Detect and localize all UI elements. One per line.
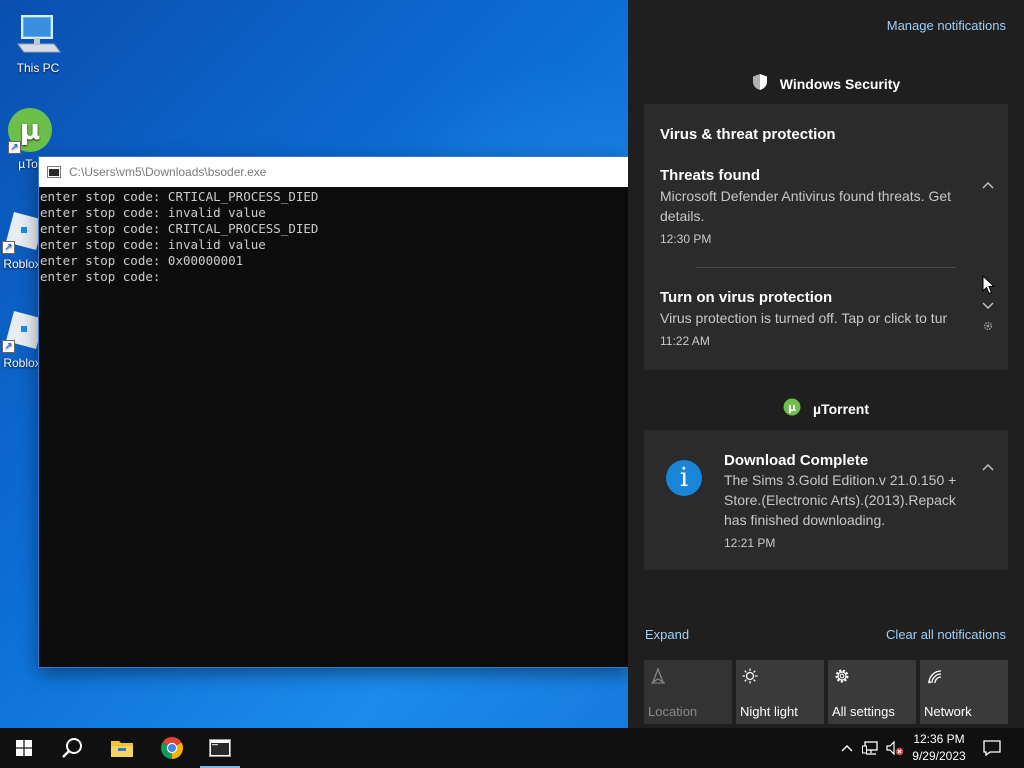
desktop-icon-roblox[interactable]: ↗ Roblox bbox=[0, 206, 44, 271]
quick-action-label: Night light bbox=[740, 704, 798, 719]
search-button[interactable] bbox=[48, 728, 96, 768]
notification-time: 12:21 PM bbox=[724, 536, 776, 550]
search-icon bbox=[62, 738, 82, 758]
notification-body: The Sims 3.Gold Edition.v 21.0.150 + Sto… bbox=[724, 472, 957, 528]
file-explorer-button[interactable] bbox=[98, 728, 146, 768]
start-button[interactable] bbox=[0, 728, 48, 768]
info-icon: i bbox=[666, 460, 702, 496]
night-light-icon bbox=[742, 668, 758, 684]
console-line: enter stop code: CRTICAL_PROCESS_DIED bbox=[40, 189, 319, 204]
group-app-name: Windows Security bbox=[779, 75, 901, 92]
network-tray-button[interactable] bbox=[860, 728, 882, 768]
notification-time: 12:30 PM bbox=[660, 232, 712, 246]
clear-all-notifications-link[interactable]: Clear all notifications bbox=[886, 627, 1006, 642]
utorrent-icon: µ ↗ bbox=[6, 106, 54, 154]
console-line: enter stop code: bbox=[40, 269, 161, 284]
chevron-up-icon bbox=[841, 745, 853, 752]
show-hidden-icons-button[interactable] bbox=[838, 728, 856, 768]
quick-action-all-settings[interactable]: All settings bbox=[828, 660, 916, 724]
notification-title: Threats found bbox=[660, 167, 760, 184]
console-line: enter stop code: CRITCAL_PROCESS_DIED bbox=[40, 221, 319, 236]
console-taskbar-button[interactable] bbox=[196, 728, 244, 768]
chevron-up-icon[interactable] bbox=[982, 180, 994, 192]
gear-icon[interactable] bbox=[982, 320, 994, 332]
quick-action-label: Location bbox=[648, 704, 698, 719]
quick-action-label: All settings bbox=[832, 704, 895, 719]
group-app-name: µTorrent bbox=[812, 400, 870, 417]
start-icon bbox=[16, 740, 32, 756]
notification-card[interactable]: i Download Complete The Sims 3.Gold Edit… bbox=[644, 430, 1008, 570]
console-window[interactable]: C:\Users\vm5\Downloads\bsoder.exe enter … bbox=[39, 157, 628, 667]
notification-body: Virus protection is turned off. Tap or c… bbox=[660, 310, 948, 326]
console-titlebar[interactable]: C:\Users\vm5\Downloads\bsoder.exe bbox=[39, 157, 628, 187]
notification-body-clip: Virus protection is turned off. Tap or c… bbox=[660, 308, 970, 330]
taskbar-clock[interactable]: 12:36 PM 9/29/2023 bbox=[906, 731, 972, 765]
quick-action-location[interactable]: Location bbox=[644, 660, 732, 724]
console-app-icon bbox=[209, 739, 231, 757]
desktop-icon-label: Roblox bbox=[3, 257, 41, 271]
chevron-up-icon[interactable] bbox=[982, 462, 994, 474]
quick-action-network[interactable]: Network bbox=[920, 660, 1008, 724]
desktop-icon-label: This PC bbox=[16, 61, 60, 75]
desktop-icon-label: Roblox bbox=[3, 356, 41, 370]
chrome-button[interactable] bbox=[148, 728, 196, 768]
notification-group-header: Windows Security bbox=[628, 73, 1024, 94]
settings-icon bbox=[835, 669, 849, 683]
desktop-icon-roblox[interactable]: ↗ Roblox bbox=[0, 305, 44, 370]
notification-icon bbox=[983, 740, 1001, 756]
network-wired-icon bbox=[862, 741, 878, 755]
notification-card[interactable]: Virus & threat protection Threats found … bbox=[644, 104, 1008, 370]
desktop: This PC µ ↗ µTor ↗ Roblox ↗ Roblox C:\Us… bbox=[0, 0, 628, 728]
svg-text:µ: µ bbox=[20, 113, 41, 146]
notification-title: Turn on virus protection bbox=[660, 289, 833, 306]
network-icon bbox=[928, 670, 942, 684]
notification-body: Microsoft Defender Antivirus found threa… bbox=[660, 188, 952, 224]
divider bbox=[696, 267, 956, 268]
shortcut-arrow-icon: ↗ bbox=[2, 241, 15, 254]
shield-icon bbox=[752, 73, 768, 94]
taskbar: 12:36 PM 9/29/2023 bbox=[0, 728, 1024, 768]
console-line: enter stop code: 0x00000001 bbox=[40, 253, 244, 268]
console-output[interactable]: enter stop code: CRTICAL_PROCESS_DIED ent… bbox=[39, 187, 628, 285]
quick-action-night-light[interactable]: Night light bbox=[736, 660, 824, 724]
shortcut-arrow-icon: ↗ bbox=[8, 141, 21, 154]
action-center: Manage notifications Windows Security Vi… bbox=[628, 0, 1024, 728]
clock-time: 12:36 PM bbox=[913, 732, 965, 746]
shortcut-arrow-icon: ↗ bbox=[2, 340, 15, 353]
chrome-icon bbox=[161, 737, 183, 759]
mouse-cursor-icon bbox=[982, 275, 996, 295]
expand-link[interactable]: Expand bbox=[645, 627, 689, 642]
utorrent-icon: µ bbox=[783, 398, 801, 419]
notification-group-header: µ µTorrent bbox=[628, 398, 1024, 419]
quick-action-label: Network bbox=[924, 704, 972, 719]
manage-notifications-link[interactable]: Manage notifications bbox=[887, 18, 1006, 33]
svg-text:µ: µ bbox=[788, 401, 796, 414]
chevron-down-icon[interactable] bbox=[982, 299, 994, 311]
file-explorer-icon bbox=[111, 741, 133, 757]
console-line: enter stop code: invalid value bbox=[40, 237, 266, 252]
notification-time: 11:22 AM bbox=[660, 334, 710, 348]
console-title: C:\Users\vm5\Downloads\bsoder.exe bbox=[69, 165, 267, 179]
volume-muted-icon bbox=[886, 740, 904, 756]
location-icon bbox=[651, 668, 665, 684]
computer-icon bbox=[14, 10, 62, 58]
desktop-icon-this-pc[interactable]: This PC bbox=[0, 10, 76, 75]
section-title: Virus & threat protection bbox=[660, 126, 836, 143]
action-center-button[interactable] bbox=[978, 728, 1006, 768]
quick-actions: Location Night light All settings Networ… bbox=[644, 660, 1010, 724]
console-line: enter stop code: invalid value bbox=[40, 205, 266, 220]
console-app-icon bbox=[47, 166, 61, 178]
volume-tray-button[interactable] bbox=[884, 728, 906, 768]
notification-title: Download Complete bbox=[724, 452, 869, 469]
clock-date: 9/29/2023 bbox=[912, 749, 966, 763]
